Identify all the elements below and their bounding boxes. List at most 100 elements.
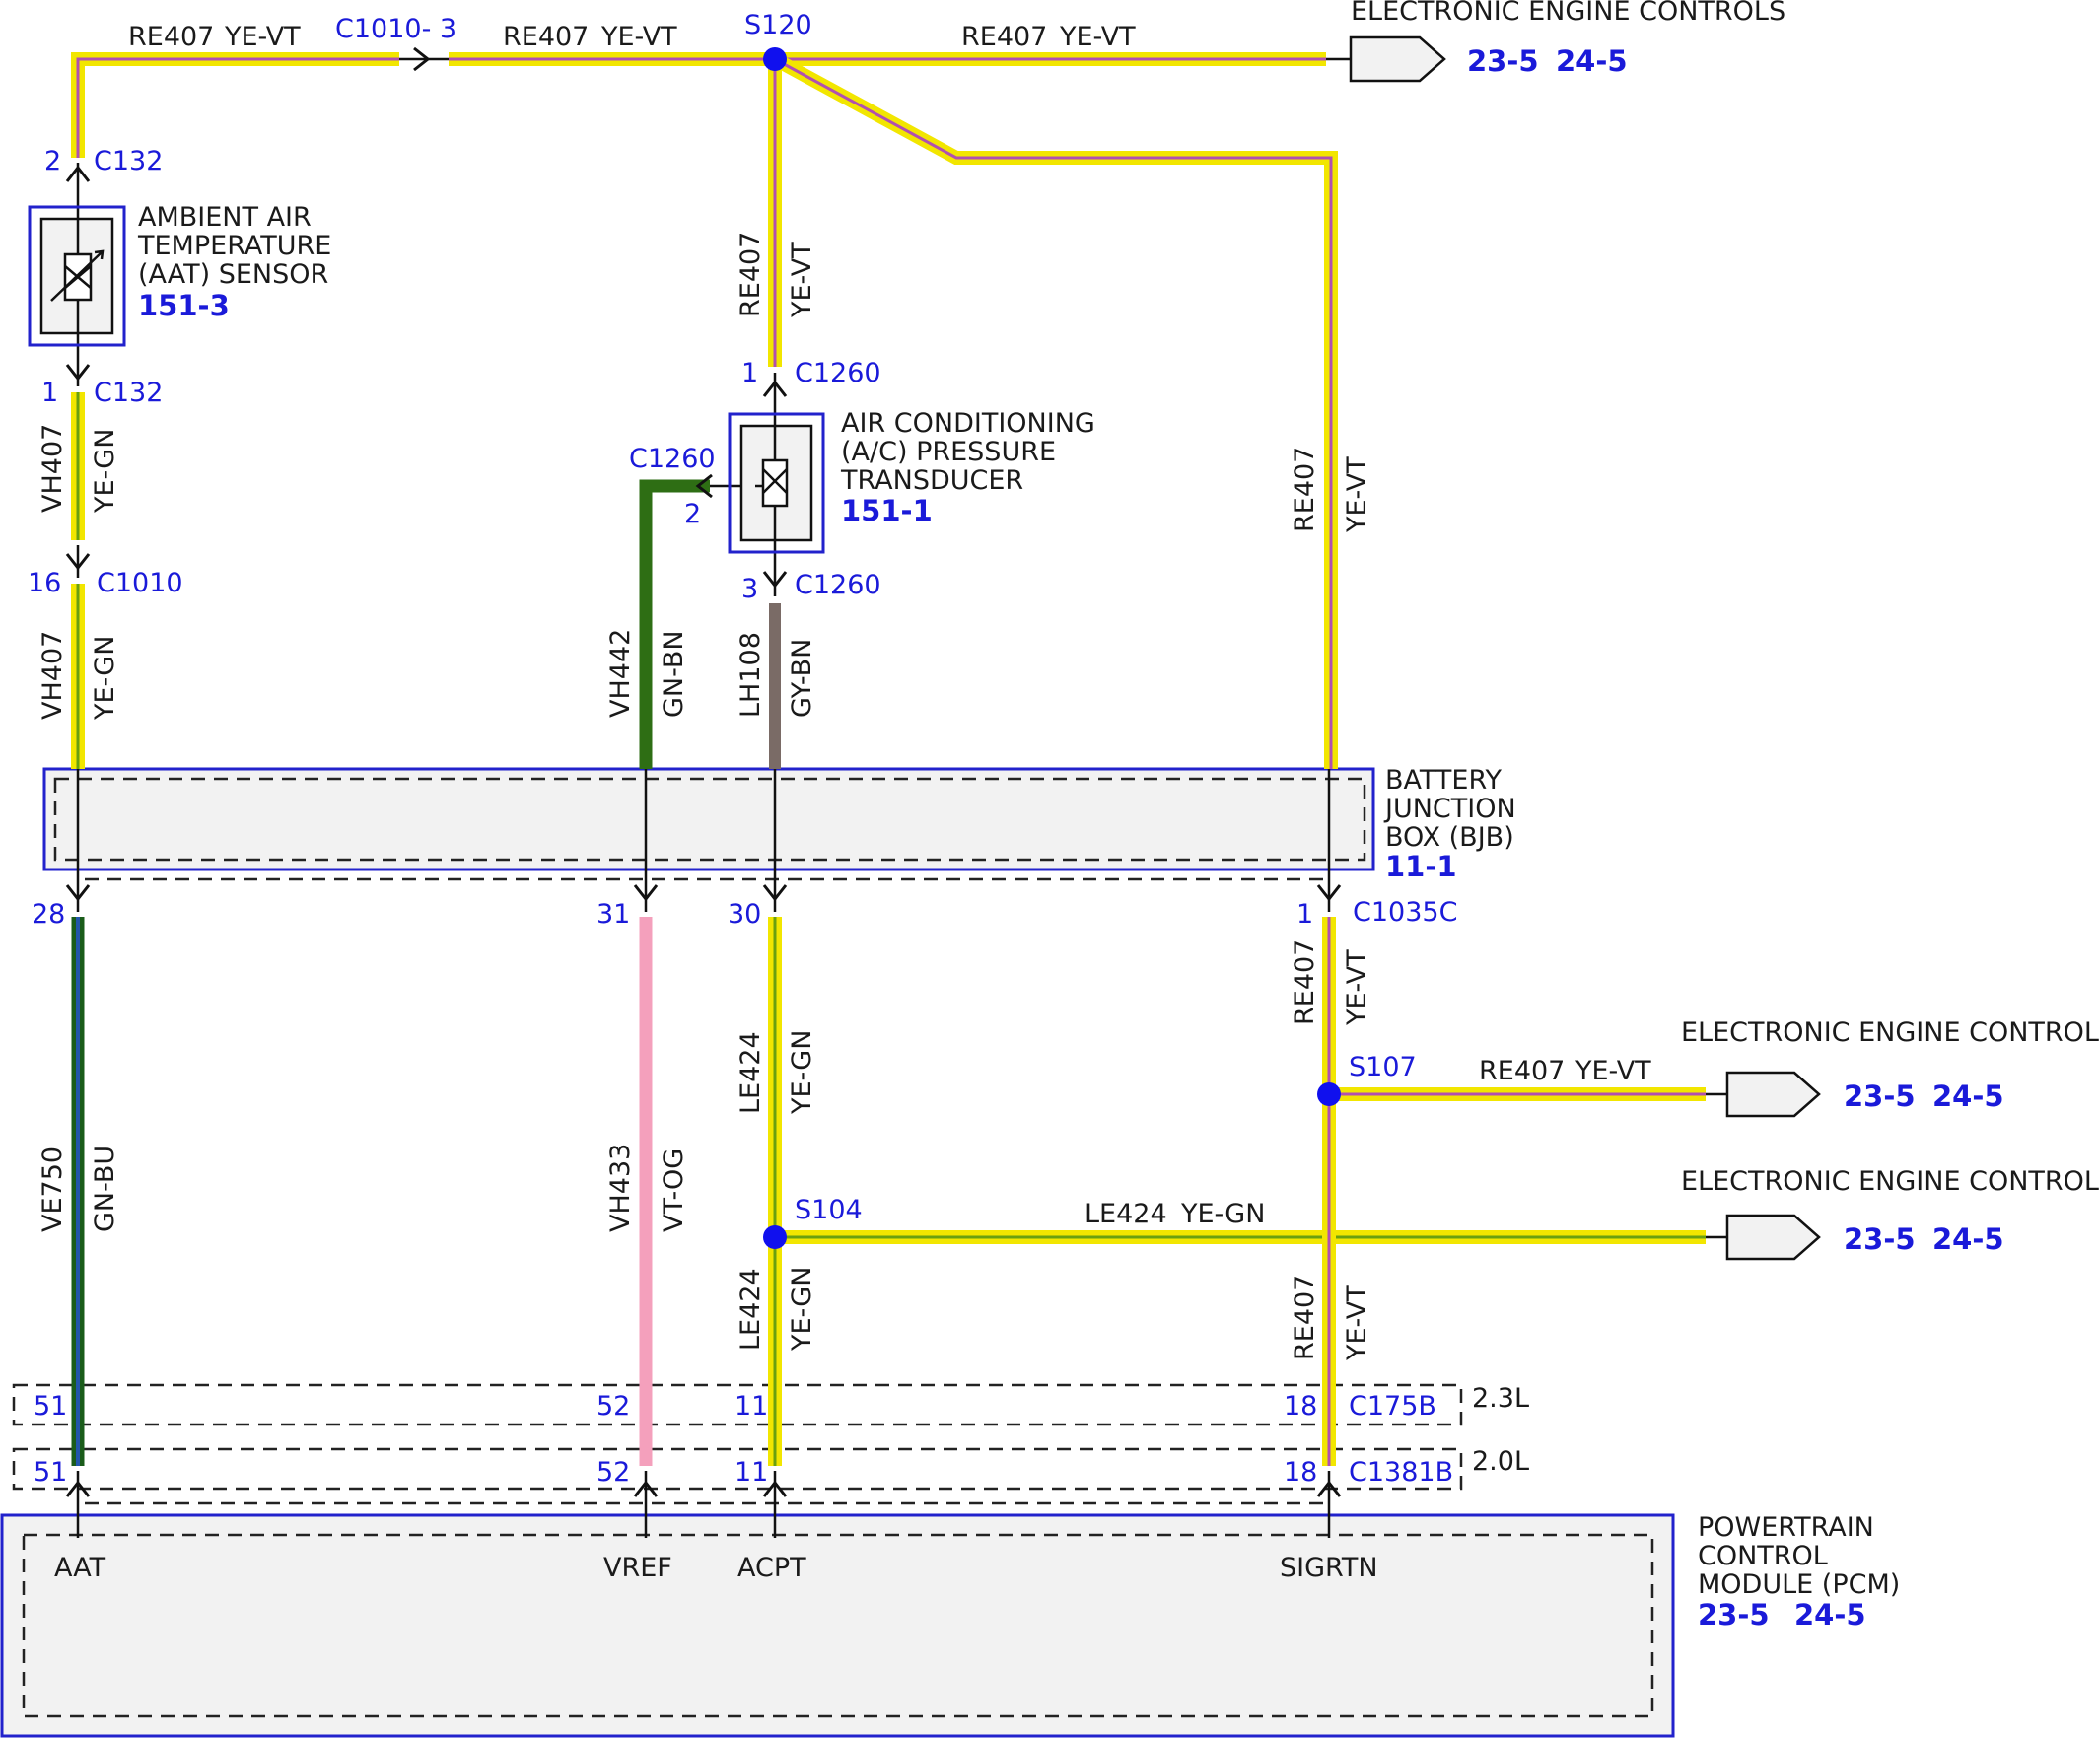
wire-label-circuit: RE407 — [1479, 1056, 1565, 1086]
ac-transducer-symbol[interactable] — [728, 412, 825, 554]
wire-label-circuit: RE407 — [1290, 447, 1320, 532]
wire-label-color: YE-VT — [1342, 456, 1372, 533]
pin-c1260-3: 3 — [741, 574, 758, 604]
wire-label-circuit: RE407 — [503, 22, 589, 52]
pin-c132-2: 2 — [44, 146, 61, 176]
pcm-pin-sigrtn: SIGRTN — [1280, 1553, 1378, 1583]
connector-c132-bottom: C132 — [94, 378, 163, 408]
pin-c132-1: 1 — [41, 378, 58, 408]
wire-label-circuit: VH407 — [37, 424, 68, 513]
wire-label-color: VT-OG — [659, 1148, 689, 1232]
pin-row23-11: 11 — [735, 1391, 768, 1422]
wire-label-color: YE-GN — [787, 1030, 817, 1115]
eec-arrow-top[interactable] — [1349, 35, 1446, 83]
wire-label-color: GN-BU — [90, 1146, 120, 1232]
wire-re407-top-left — [71, 52, 399, 158]
eec-mid1-ref1[interactable]: 23-5 — [1844, 1079, 1916, 1113]
pcm-name-3: MODULE (PCM) — [1698, 1569, 1900, 1600]
splice-s120[interactable] — [763, 47, 787, 71]
connector-c1381b: C1381B — [1349, 1457, 1453, 1488]
engine-23l-label: 2.3L — [1472, 1383, 1529, 1414]
connector-c1010-3: C1010- 3 — [335, 14, 456, 44]
wire-label-color: YE-VT — [224, 22, 301, 52]
wire-label-color: YE-VT — [1575, 1056, 1651, 1086]
connector-c175b: C175B — [1349, 1391, 1436, 1422]
wire-label-circuit: LE424 — [735, 1268, 766, 1351]
connector-c1260-2: C1260 — [629, 444, 716, 474]
splice-s107[interactable] — [1317, 1082, 1341, 1106]
wire-label-color: YE-VT — [1342, 949, 1372, 1026]
pin-bjb-28: 28 — [32, 899, 65, 930]
wire-label-circuit: RE407 — [961, 22, 1047, 52]
wire-label-color: YE-GN — [90, 429, 120, 514]
pcm-pin-acpt: ACPT — [737, 1553, 806, 1583]
eec-mid2-ref2[interactable]: 24-5 — [1932, 1222, 2004, 1256]
pin-bjb-30: 30 — [728, 899, 761, 930]
splice-s120-label: S120 — [744, 10, 812, 40]
connector-c1260-1: C1260 — [795, 358, 881, 388]
wire-label-color: YE-VT — [1059, 22, 1136, 52]
wiring-diagram: .w-outer { stroke: #f2e600; stroke-width… — [0, 0, 2100, 1738]
eec-arrow-mid1[interactable] — [1725, 1071, 1821, 1118]
connector-c1260-3: C1260 — [795, 570, 881, 600]
eec-top-ref2[interactable]: 24-5 — [1556, 44, 1628, 78]
aat-sensor-name-2: TEMPERATURE — [137, 231, 331, 261]
bjb-box[interactable] — [42, 767, 1375, 871]
wire-label-circuit: RE407 — [735, 232, 766, 317]
aat-sensor-name-1: AMBIENT AIR — [138, 202, 312, 233]
pcm-box[interactable] — [0, 1513, 1675, 1738]
pin-row20-18: 18 — [1284, 1457, 1317, 1488]
wire-label-circuit: LE424 — [1085, 1199, 1167, 1229]
ac-transducer-ref[interactable]: 151-1 — [841, 494, 933, 527]
wire-label-color: YE-VT — [787, 242, 817, 318]
wire-label-circuit: LH108 — [735, 632, 766, 718]
wire-label-circuit: VH433 — [605, 1144, 636, 1232]
eec-mid2-ref1[interactable]: 23-5 — [1844, 1222, 1916, 1256]
pin-c1260-2: 2 — [684, 499, 701, 529]
pin-row23-18: 18 — [1284, 1391, 1317, 1422]
pin-row20-51: 51 — [34, 1457, 67, 1488]
pcm-ref2[interactable]: 24-5 — [1794, 1598, 1866, 1632]
connector-c1010: C1010 — [97, 568, 183, 598]
pin-row20-52: 52 — [596, 1457, 630, 1488]
engine-20l-label: 2.0L — [1472, 1446, 1529, 1477]
eec-mid1-ref2[interactable]: 24-5 — [1932, 1079, 2004, 1113]
eec-mid2-label: ELECTRONIC ENGINE CONTROLS — [1681, 1166, 2100, 1197]
aat-sensor-symbol[interactable] — [28, 205, 126, 347]
eec-arrow-mid2[interactable] — [1725, 1214, 1821, 1261]
eec-top-ref1[interactable]: 23-5 — [1467, 44, 1539, 78]
wire-label-color: YE-VT — [600, 22, 677, 52]
wire-label-color: GN-BN — [659, 630, 689, 718]
ac-transducer-name-2: (A/C) PRESSURE — [841, 437, 1056, 467]
splice-s104-label: S104 — [795, 1195, 863, 1225]
pcm-ref1[interactable]: 23-5 — [1698, 1598, 1770, 1632]
pcm-name-2: CONTROL — [1698, 1541, 1828, 1571]
pin-c1010-16: 16 — [28, 568, 61, 598]
wire-label-color: YE-GN — [90, 636, 120, 721]
pin-bjb-31: 31 — [596, 899, 630, 930]
wire-label-circuit: VH407 — [37, 631, 68, 720]
wire-label-circuit: RE407 — [1290, 939, 1320, 1025]
pin-c1260-1: 1 — [741, 358, 758, 388]
wire-label-circuit: RE407 — [128, 22, 214, 52]
aat-sensor-name-3: (AAT) SENSOR — [138, 259, 328, 290]
splice-s104[interactable] — [763, 1225, 787, 1249]
wire-label-color: YE-GN — [1180, 1199, 1265, 1229]
wire-label-circuit: LE424 — [735, 1031, 766, 1114]
splice-s107-label: S107 — [1349, 1052, 1417, 1082]
bjb-ref[interactable]: 11-1 — [1385, 850, 1457, 883]
ac-transducer-name-1: AIR CONDITIONING — [841, 408, 1095, 439]
aat-sensor-ref[interactable]: 151-3 — [138, 289, 230, 322]
wire-label-color: GY-BN — [787, 639, 817, 718]
bjb-name-3: BOX (BJB) — [1385, 822, 1514, 853]
eec-top-label: ELECTRONIC ENGINE CONTROLS — [1351, 0, 1785, 27]
connector-c1035c: C1035C — [1353, 897, 1457, 928]
eec-mid1-label: ELECTRONIC ENGINE CONTROLS — [1681, 1017, 2100, 1048]
wire-label-color: YE-VT — [1342, 1285, 1372, 1361]
bjb-name-2: JUNCTION — [1383, 794, 1516, 824]
pcm-name-1: POWERTRAIN — [1698, 1512, 1874, 1543]
pin-row23-52: 52 — [596, 1391, 630, 1422]
pcm-pin-vref: VREF — [603, 1553, 672, 1583]
pcm-pin-aat: AAT — [54, 1553, 106, 1583]
wire-label-circuit: VE750 — [37, 1147, 68, 1232]
